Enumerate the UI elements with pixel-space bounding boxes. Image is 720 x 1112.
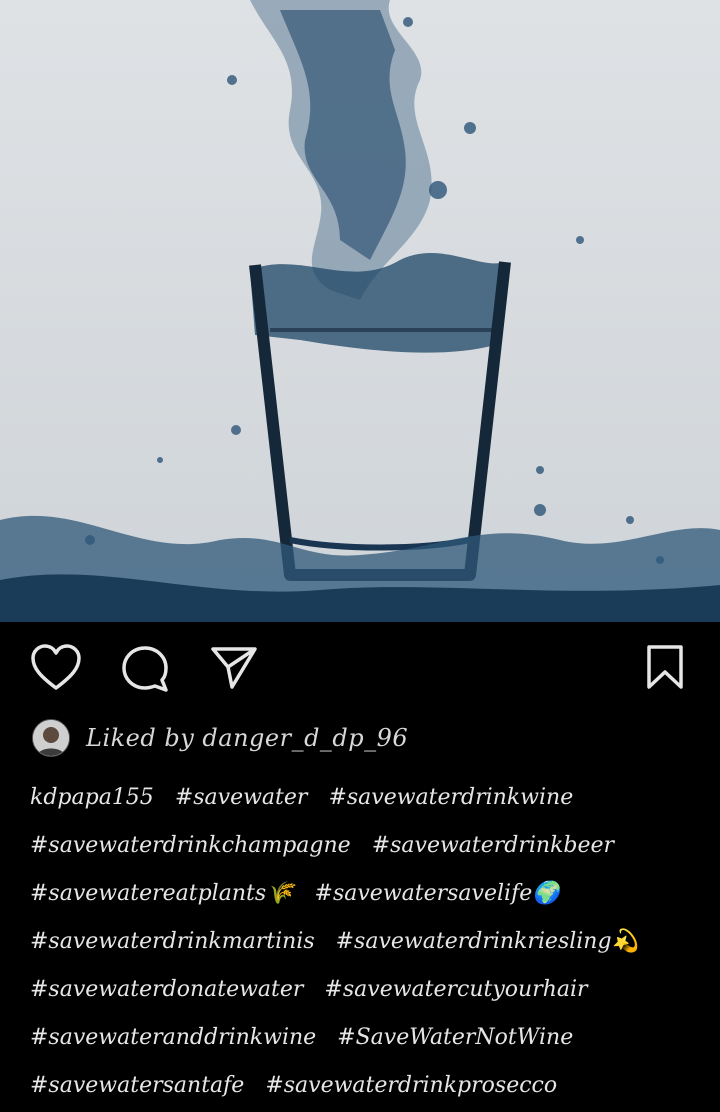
caption-line: #savewateranddrinkwine #SaveWaterNotWine <box>30 1014 700 1062</box>
caption-line: #savewatereatplants🌾 #savewatersavelife🌍 <box>30 870 700 918</box>
hashtag[interactable]: #savewaterdrinkriesling💫 <box>336 929 639 954</box>
caption-line: #savewaterdrinkmartinis #savewaterdrinkr… <box>30 918 700 966</box>
liked-by-text[interactable]: Liked by danger_d_dp_96 <box>86 724 408 752</box>
hashtag[interactable]: #savewater <box>175 785 308 810</box>
comment-icon[interactable] <box>120 644 170 694</box>
send-icon[interactable] <box>210 646 258 690</box>
hashtag[interactable]: #savewatereatplants🌾 <box>30 881 294 906</box>
avatar[interactable] <box>32 719 70 757</box>
caption-line: #savewaterdonatewater #savewatercutyourh… <box>30 966 700 1014</box>
hashtag[interactable]: #savewaterdrinkprosecco <box>265 1073 557 1098</box>
hashtag[interactable]: #savewatersavelife🌍 <box>315 881 560 906</box>
post-caption: kdpapa155 #savewater #savewaterdrinkwine… <box>30 774 700 1110</box>
hashtag[interactable]: #savewatercutyourhair <box>324 977 587 1002</box>
caption-line: kdpapa155 #savewater #savewaterdrinkwine <box>30 774 700 822</box>
caption-line: #savewaterdrinkchampagne #savewaterdrink… <box>30 822 700 870</box>
hashtag[interactable]: #savewaterdrinkchampagne <box>30 833 351 858</box>
water-glass-illustration <box>0 0 720 622</box>
bookmark-icon[interactable] <box>646 644 684 690</box>
post-action-bar <box>0 622 720 714</box>
hashtag[interactable]: #savewaterdonatewater <box>30 977 303 1002</box>
hashtag[interactable]: #savewatersantafe <box>30 1073 244 1098</box>
liked-by-row[interactable]: Liked by danger_d_dp_96 <box>32 716 408 760</box>
caption-line: #savewatersantafe #savewaterdrinkprosecc… <box>30 1062 700 1110</box>
caption-username[interactable]: kdpapa155 <box>30 785 154 810</box>
hashtag[interactable]: #savewaterdrinkwine <box>328 785 573 810</box>
post-image[interactable] <box>0 0 720 622</box>
hashtag[interactable]: #savewateranddrinkwine <box>30 1025 316 1050</box>
hashtag[interactable]: #savewaterdrinkmartinis <box>30 929 315 954</box>
heart-icon[interactable] <box>30 644 82 692</box>
hashtag[interactable]: #SaveWaterNotWine <box>337 1025 573 1050</box>
hashtag[interactable]: #savewaterdrinkbeer <box>372 833 614 858</box>
